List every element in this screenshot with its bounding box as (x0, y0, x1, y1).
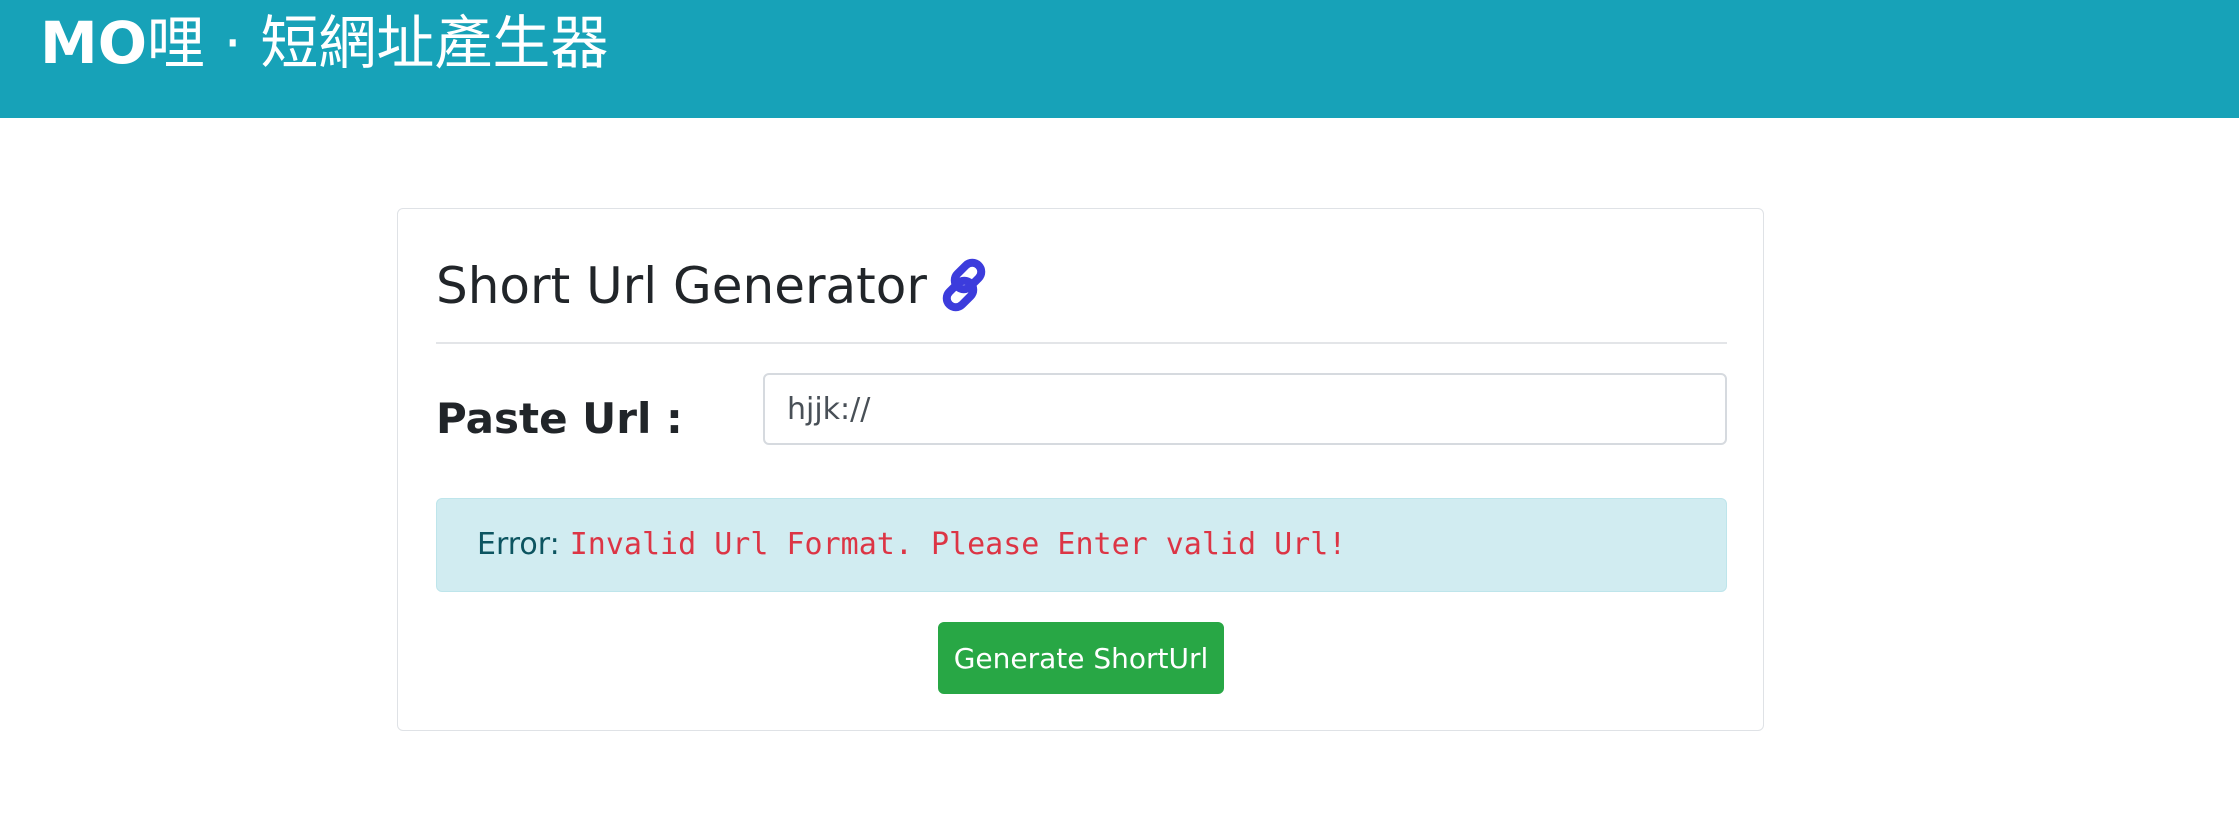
title-text: Short Url Generator (436, 257, 927, 315)
brand-title: 哩 · 短網址產生器 (147, 9, 609, 77)
navbar: MO哩 · 短網址產生器 (0, 0, 2239, 118)
generate-shorturl-button[interactable]: Generate ShortUrl (938, 622, 1224, 694)
url-input[interactable] (763, 373, 1727, 445)
brand-strong: MO (40, 9, 148, 77)
generator-card: Short Url Generator Paste Url : Error: In… (397, 208, 1764, 731)
title-divider (436, 342, 1727, 344)
brand-link[interactable]: MO哩 · 短網址產生器 (40, 8, 608, 78)
error-message: Invalid Url Format. Please Enter valid U… (569, 527, 1347, 562)
page-title: Short Url Generator (436, 251, 993, 321)
paste-url-label: Paste Url : (436, 394, 683, 443)
error-prefix: Error: (477, 527, 560, 562)
error-alert: Error: Invalid Url Format. Please Enter v… (436, 498, 1727, 592)
link-icon (937, 257, 993, 313)
